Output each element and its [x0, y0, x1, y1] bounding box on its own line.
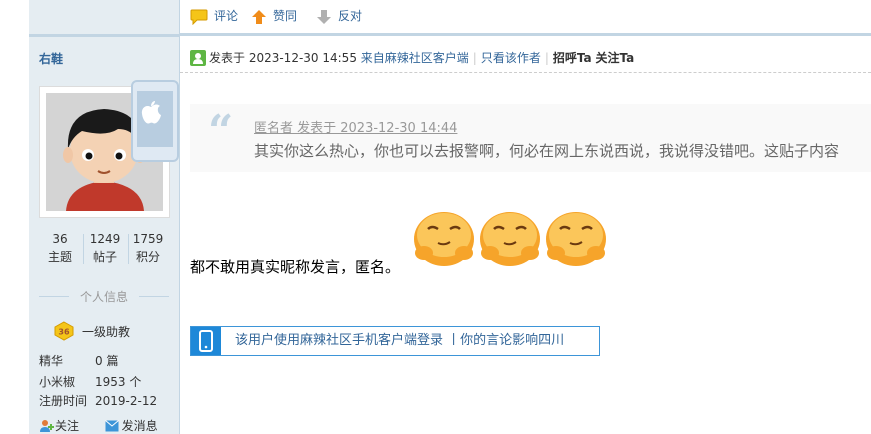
stat-posts[interactable]: 1249 帖子: [84, 232, 126, 265]
rank-title[interactable]: 一级助教: [82, 323, 130, 340]
post-message: 都不敢用真实昵称发言，匿名。: [190, 258, 401, 276]
stat-topics[interactable]: 36 主题: [39, 232, 81, 265]
info-value: 0 篇: [95, 354, 119, 368]
stat-label: 帖子: [92, 250, 117, 264]
info-value: 2019-2-12: [95, 394, 158, 408]
info-key: 注册时间: [39, 394, 88, 408]
author-name-link[interactable]: 右鞋: [39, 50, 63, 67]
stat-value: 1249: [89, 232, 121, 246]
stat-value: 1759: [132, 232, 164, 246]
follow-author-link[interactable]: 关注Ta: [595, 51, 634, 65]
mobile-client-banner[interactable]: 该用户使用麻辣社区手机客户端登录 丨你的言论影响四川: [190, 326, 600, 356]
smug-face-emoji-icon: [546, 212, 606, 266]
quote-block: “ 匿名者 发表于 2023-12-30 14:44 其实你这么热心，你也可以去…: [190, 104, 871, 172]
stat-points[interactable]: 1759 积分: [127, 232, 169, 265]
envelope-icon: [104, 419, 119, 431]
quote-text: 其实你这么热心，你也可以去报警啊，何必在网上东说西说，我说得没错吧。这贴子内容: [254, 142, 840, 160]
post-timestamp: 发表于 2023-12-30 14:55: [209, 51, 357, 65]
header-divider: [180, 72, 871, 73]
greet-link[interactable]: 招呼Ta: [553, 51, 592, 65]
downvote-button[interactable]: 反对: [316, 6, 362, 26]
rank-badge-icon: 36: [53, 321, 75, 341]
info-row-registered: 注册时间 2019-2-12: [39, 392, 157, 409]
info-value: 1953 个: [95, 375, 142, 389]
left-gutter: [0, 0, 30, 434]
arrow-down-icon: [317, 9, 331, 24]
comment-label: 评论: [214, 9, 239, 23]
stat-label: 主题: [47, 250, 72, 264]
arrow-up-icon: [252, 9, 266, 24]
comment-bubble-icon: [190, 9, 208, 25]
personal-info-heading: 个人信息: [39, 288, 169, 305]
smug-face-emoji-icon: [480, 212, 540, 266]
author-stats: 36 主题 1249 帖子 1759 积分: [39, 232, 169, 266]
upvote-button[interactable]: 赞同: [251, 6, 297, 26]
add-friend-icon: [40, 419, 54, 432]
info-key: 精华: [39, 354, 64, 368]
online-user-icon: [190, 50, 206, 66]
client-source-link[interactable]: 来自麻辣社区客户端: [361, 51, 469, 65]
follow-button[interactable]: 关注: [39, 417, 79, 434]
apple-icon: [133, 100, 169, 132]
send-message-button[interactable]: 发消息: [104, 417, 158, 434]
sidebar-header-strip: [29, 0, 179, 37]
stat-value: 36: [52, 232, 68, 246]
info-row-pepper: 小米椒 1953 个: [39, 373, 141, 390]
author-sidebar: 右鞋 36 主题 1249 帖子 1759 积分 个人信息 36 一级助教 精华…: [29, 0, 180, 434]
mobile-client-text: 该用户使用麻辣社区手机客户端登录 丨你的言论影响四川: [235, 333, 565, 348]
phone-icon: [191, 327, 221, 355]
info-key: 小米椒: [39, 375, 76, 389]
smug-face-emoji-icon: [414, 212, 474, 266]
follow-label: 关注: [55, 419, 80, 433]
post-divider: [180, 33, 871, 36]
sidebar-actions: 关注 发消息: [39, 417, 158, 434]
upvote-label: 赞同: [273, 9, 298, 23]
comment-button[interactable]: 评论: [190, 6, 238, 26]
quote-source-link[interactable]: 匿名者 发表于 2023-12-30 14:44: [254, 117, 457, 136]
send-message-label: 发消息: [121, 419, 158, 433]
downvote-label: 反对: [338, 9, 363, 23]
quote-mark-icon: “: [208, 106, 234, 157]
info-row-essence: 精华 0 篇: [39, 352, 118, 369]
rank-number: 36: [58, 328, 70, 337]
stat-label: 积分: [135, 250, 160, 264]
mobile-client-badge: [131, 80, 179, 162]
view-author-only-link[interactable]: 只看该作者: [481, 51, 541, 65]
